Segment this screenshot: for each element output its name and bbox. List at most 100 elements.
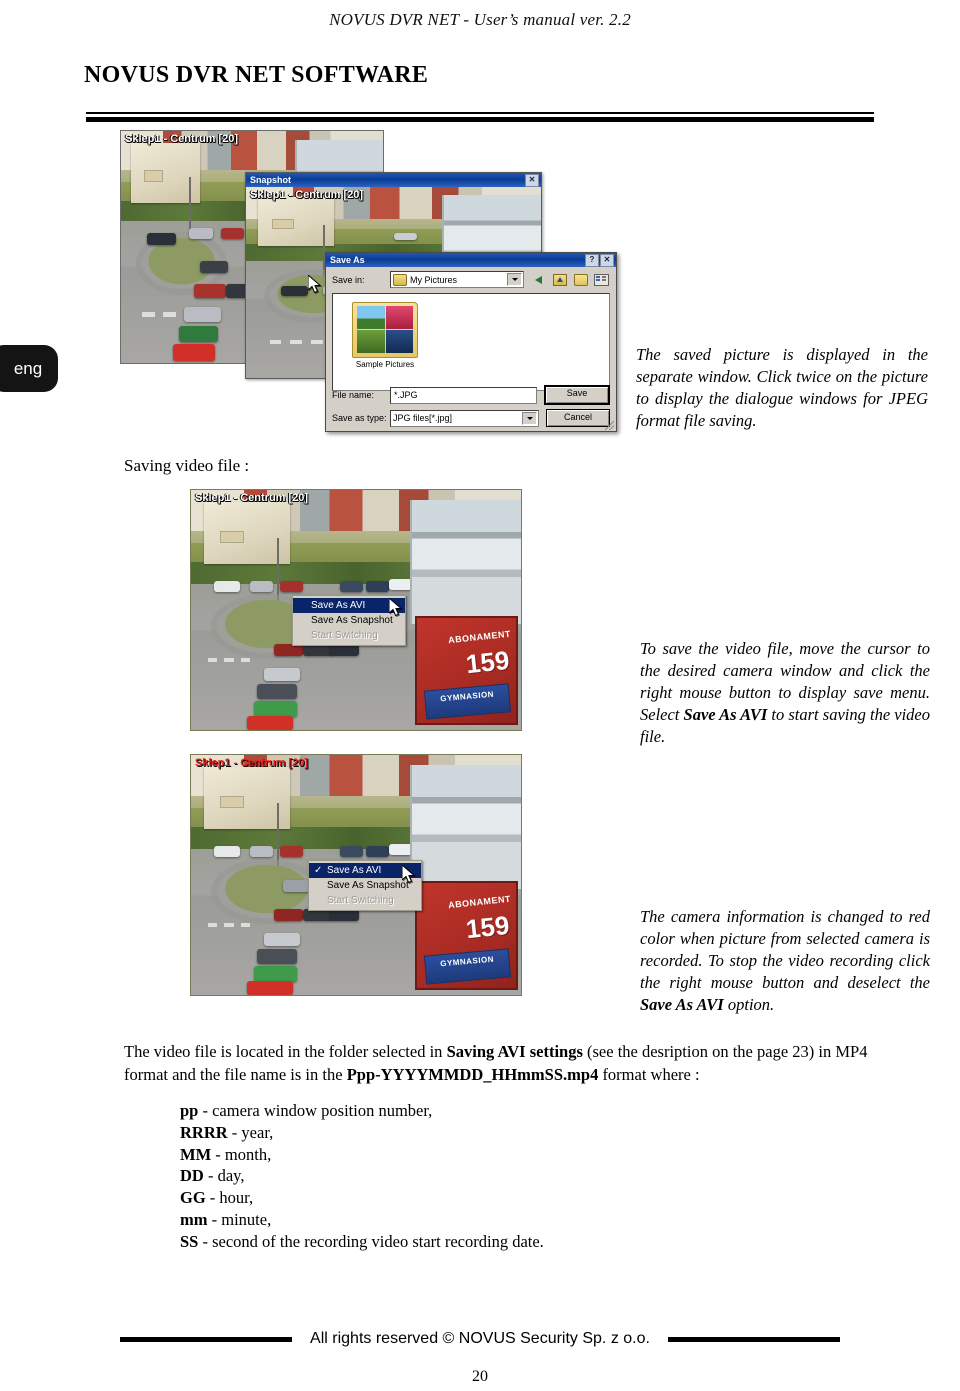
- menu-item-label: Save As Snapshot: [311, 615, 393, 626]
- chevron-down-icon[interactable]: [507, 273, 522, 286]
- list-item: GG - hour,: [180, 1187, 740, 1209]
- cctv-car: [214, 846, 241, 857]
- camera-label-menu-1: Sklep1 - Centrum [20]: [195, 492, 309, 504]
- list-item[interactable]: Sample Pictures: [347, 302, 423, 369]
- folder-icon: [393, 273, 407, 286]
- page-footer: All rights reserved © NOVUS Security Sp.…: [0, 1330, 960, 1348]
- title-divider: [86, 112, 874, 122]
- billboard-text: ABONAMENT: [447, 894, 512, 911]
- cctv-road-marking: [290, 339, 303, 344]
- save-as-type-value: JPG files[*.jpg]: [393, 413, 453, 423]
- up-one-level-icon[interactable]: [551, 272, 568, 288]
- save-in-row: Save in: My Pictures: [326, 267, 616, 288]
- cctv-billboard: ABONAMENT 159 GYMNASION: [414, 880, 518, 991]
- cctv-car: [257, 949, 297, 964]
- views-icon[interactable]: [593, 272, 610, 288]
- definition-desc: - day,: [203, 1166, 245, 1186]
- save-as-type-label: Save as type:: [332, 413, 387, 423]
- divider-thick-line: [86, 117, 874, 122]
- note-recording-part2: option.: [723, 995, 775, 1015]
- language-tab-eng: eng: [0, 345, 58, 392]
- cctv-car: [339, 846, 363, 857]
- cctv-car: [214, 581, 241, 592]
- body-part3: format where :: [598, 1065, 700, 1085]
- body-bold-saving-avi-settings: Saving AVI settings: [446, 1042, 583, 1061]
- billboard-number: 159: [464, 645, 512, 680]
- checkmark-icon: ✓: [314, 865, 323, 876]
- save-as-dialog-title: Save As: [330, 255, 365, 265]
- cctv-road-marking: [224, 658, 234, 662]
- menu-item-start-switching: Start Switching: [293, 628, 405, 643]
- cctv-car: [253, 966, 297, 982]
- cctv-car: [389, 578, 413, 590]
- figure-snapshot-save-as: Sklep1 - Centrum [20] Snapshot ✕ Sklep1 …: [120, 130, 620, 440]
- note-recording-part1: The camera information is changed to red…: [640, 907, 930, 993]
- page-title: NOVUS DVR NET SOFTWARE: [84, 62, 429, 88]
- cctv-road-marking: [207, 923, 218, 927]
- note-recording: The camera information is changed to red…: [640, 906, 930, 1017]
- back-icon[interactable]: [530, 272, 547, 288]
- help-icon[interactable]: ?: [585, 253, 599, 267]
- save-button[interactable]: Save: [544, 385, 610, 405]
- cctv-car: [250, 581, 274, 592]
- list-item: mm - minute,: [180, 1209, 740, 1231]
- cctv-car: [365, 581, 389, 592]
- snapshot-window-title: Snapshot: [250, 175, 292, 185]
- list-item: pp - camera window position number,: [180, 1100, 740, 1122]
- save-as-titlebar: Save As ? ✕: [326, 253, 616, 267]
- cctv-road-marking: [310, 339, 323, 344]
- cctv-car: [199, 260, 229, 273]
- save-as-type-row: Save as type: JPG files[*.jpg] Cancel: [326, 405, 616, 427]
- save-in-value: My Pictures: [410, 274, 458, 285]
- cctv-car: [189, 228, 213, 239]
- cctv-car: [253, 701, 297, 717]
- dialog-toolbar: [530, 272, 610, 288]
- save-in-label: Save in:: [332, 274, 365, 285]
- cctv-car: [220, 228, 245, 239]
- definition-desc: - month,: [211, 1144, 272, 1164]
- body-bold-filename-format: Ppp-YYYYMMDD_HHmmSS.mp4: [346, 1065, 599, 1085]
- definition-term: RRRR: [180, 1122, 228, 1142]
- cctv-building: [410, 764, 521, 890]
- save-as-dialog-footer: File name: *.JPG Save Save as type: JPG …: [326, 381, 616, 427]
- cctv-building: [410, 499, 521, 625]
- cctv-car: [194, 284, 226, 299]
- close-icon[interactable]: ✕: [525, 173, 539, 187]
- note-save-avi: To save the video file, move the cursor …: [640, 638, 930, 749]
- cancel-button[interactable]: Cancel: [546, 409, 610, 427]
- cctv-car: [173, 344, 216, 361]
- cctv-car: [147, 233, 176, 245]
- save-as-dialog: Save As ? ✕ Save in: My Pictures Sample …: [325, 252, 617, 432]
- list-item: MM - month,: [180, 1144, 740, 1166]
- definition-desc: - hour,: [205, 1188, 254, 1208]
- cctv-road-marking: [240, 658, 251, 662]
- cctv-car: [263, 932, 300, 946]
- cctv-road-marking: [240, 923, 251, 927]
- cctv-car: [273, 908, 304, 921]
- chevron-down-icon[interactable]: [522, 411, 537, 425]
- figure-context-menu-1: ABONAMENT 159 GYMNASION Sklep1 - Centrum…: [190, 489, 522, 731]
- save-as-type-combobox[interactable]: JPG files[*.jpg]: [390, 409, 539, 427]
- cctv-road-marking: [207, 658, 218, 662]
- list-item: SS - second of the recording video start…: [180, 1231, 740, 1253]
- folder-thumbnail-icon: [352, 302, 418, 358]
- definition-term: DD: [180, 1166, 204, 1186]
- save-in-combobox[interactable]: My Pictures: [390, 271, 524, 288]
- cctv-road-marking: [162, 311, 176, 317]
- cctv-car: [183, 307, 221, 323]
- resize-grip-icon[interactable]: [605, 421, 614, 430]
- cctv-car: [280, 581, 304, 592]
- file-listview[interactable]: Sample Pictures: [332, 293, 610, 391]
- note-snapshot: The saved picture is displayed in the se…: [636, 345, 928, 431]
- file-name-input[interactable]: *.JPG: [390, 386, 537, 404]
- page-number: 20: [472, 1368, 488, 1385]
- section-label-saving-video: Saving video file :: [124, 456, 250, 475]
- menu-item-label: Save As Snapshot: [327, 880, 409, 891]
- menu-item-label: Save As AVI: [311, 600, 366, 611]
- definition-list: pp - camera window position number, RRRR…: [180, 1100, 740, 1252]
- new-folder-icon[interactable]: [572, 272, 589, 288]
- close-icon[interactable]: ✕: [600, 253, 614, 267]
- definition-term: MM: [180, 1144, 212, 1164]
- menu-item-label: Start Switching: [327, 895, 394, 906]
- file-name-value: *.JPG: [394, 390, 418, 400]
